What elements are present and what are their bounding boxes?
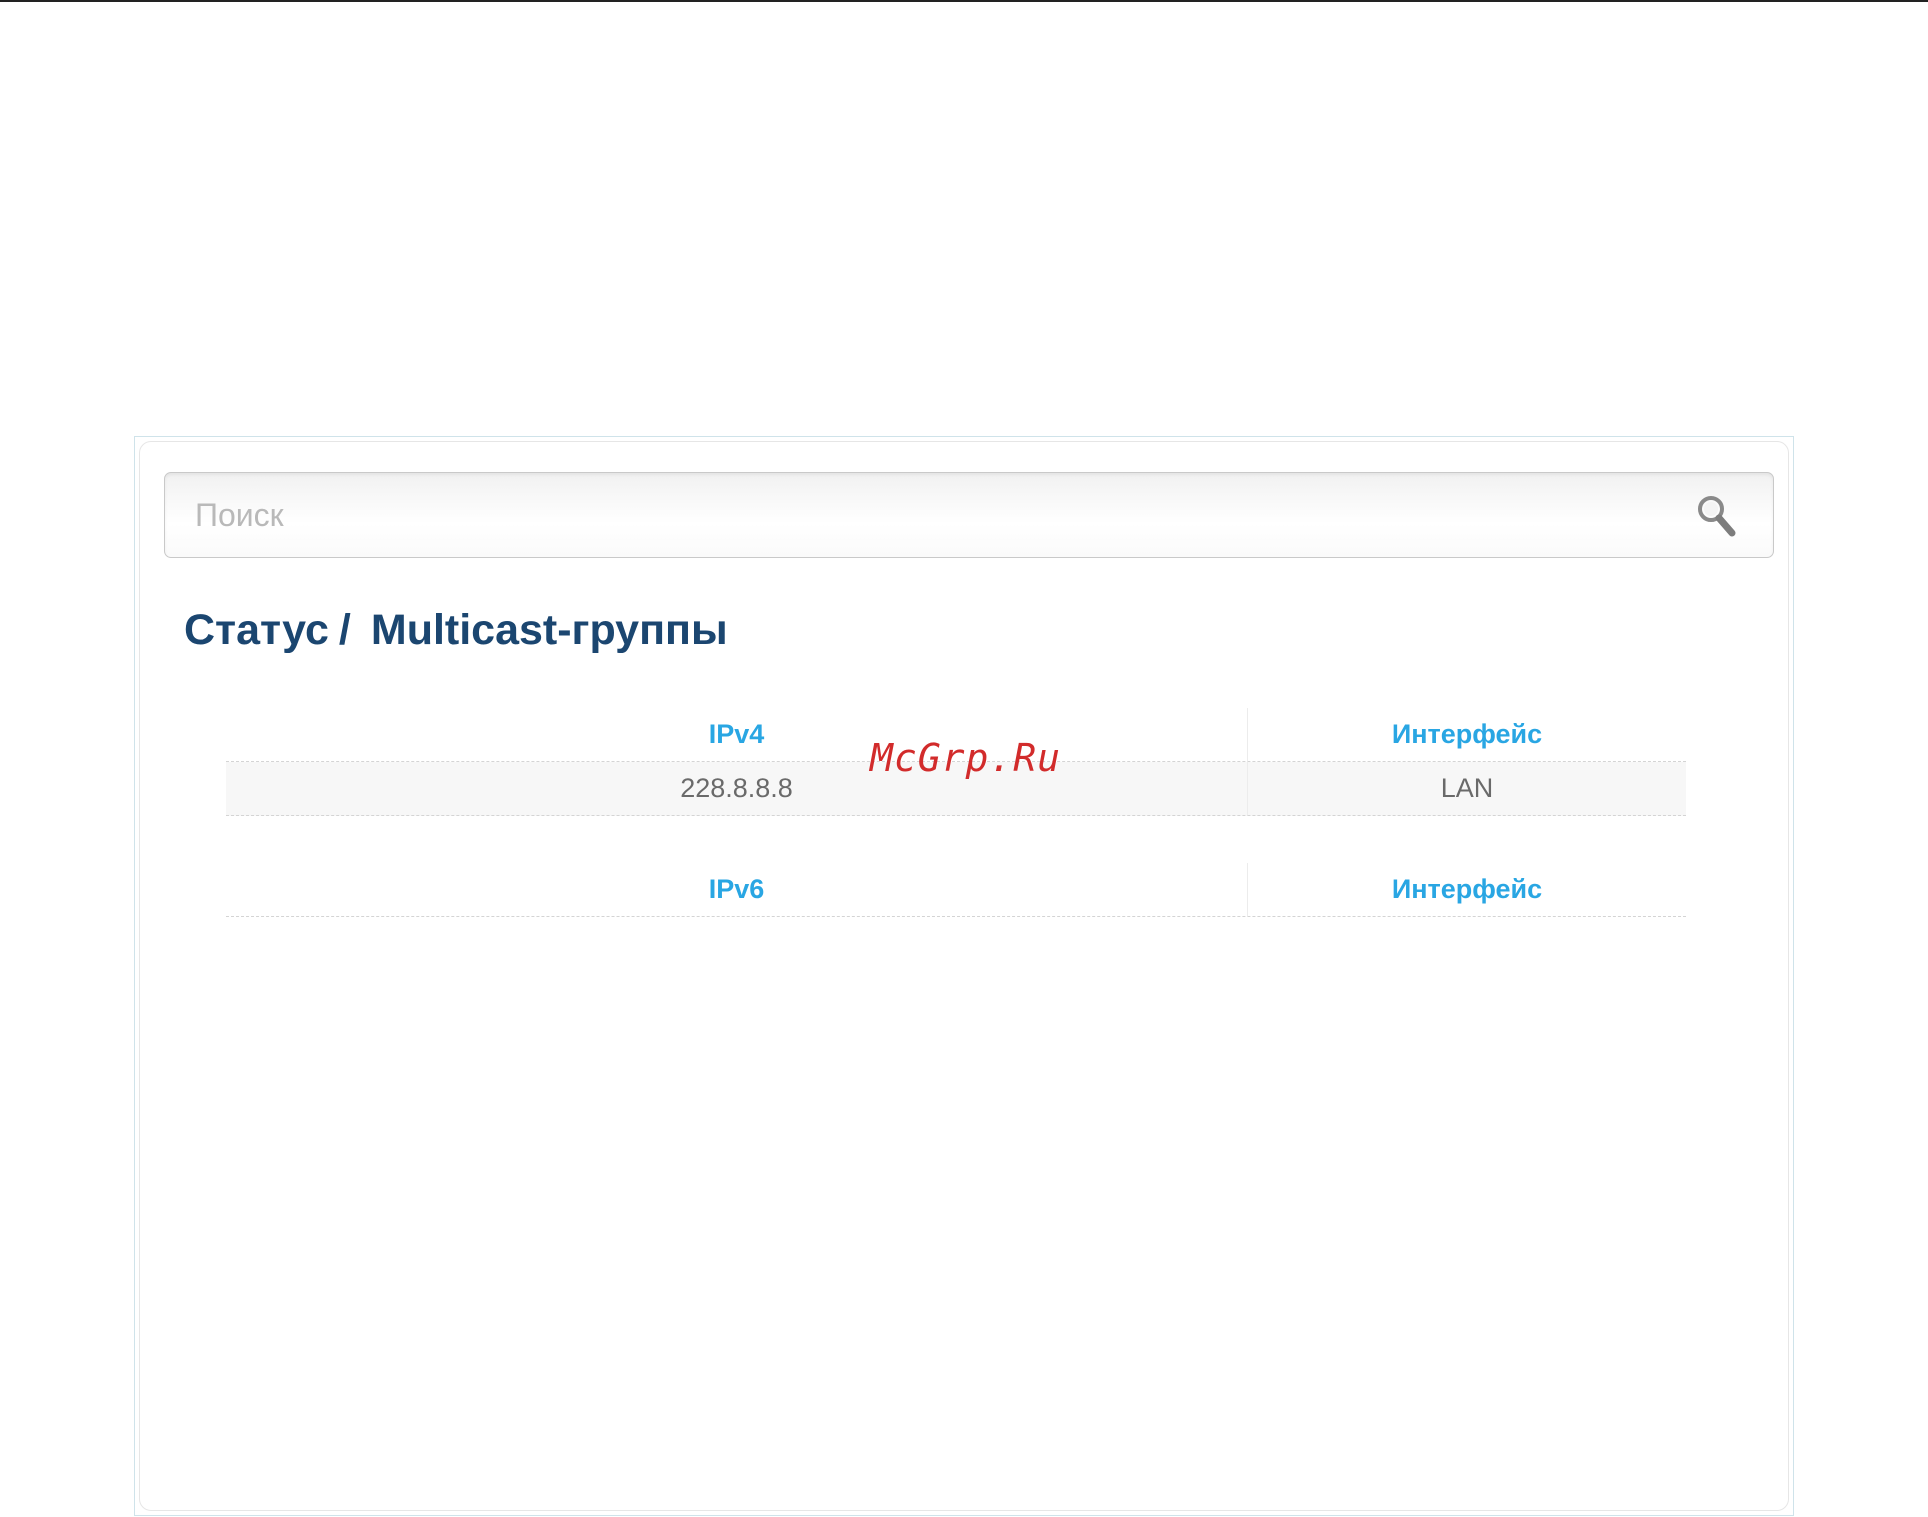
ipv6-groups-table: IPv6 Интерфейс [226,863,1686,917]
content-panel: Статус/ Multicast-группы IPv4 Интерфейс 2… [134,436,1794,1516]
content-panel-inner: Статус/ Multicast-группы IPv4 Интерфейс 2… [139,441,1789,1511]
interface-cell: LAN [1440,773,1494,803]
watermark-text: McGrp.Ru [870,736,1062,780]
column-header-interface[interactable]: Интерфейс [1248,708,1686,761]
top-divider [0,0,1928,2]
search-icon[interactable] [1695,493,1739,541]
column-header-ipv4[interactable]: IPv4 [226,708,1248,761]
ipv4-address-cell: 228.8.8.8 [226,762,1248,815]
search-box[interactable] [164,472,1774,558]
breadcrumb-parent[interactable]: Статус [184,606,329,654]
search-input[interactable] [195,473,1675,557]
breadcrumb-separator: / [338,606,351,654]
breadcrumb-current: Multicast-группы [370,606,728,654]
column-header-interface[interactable]: Интерфейс [1248,863,1686,916]
table-header-row: IPv6 Интерфейс [226,863,1686,917]
page-title: Статус / Multicast-группы [184,606,728,655]
column-header-ipv6[interactable]: IPv6 [226,863,1248,916]
